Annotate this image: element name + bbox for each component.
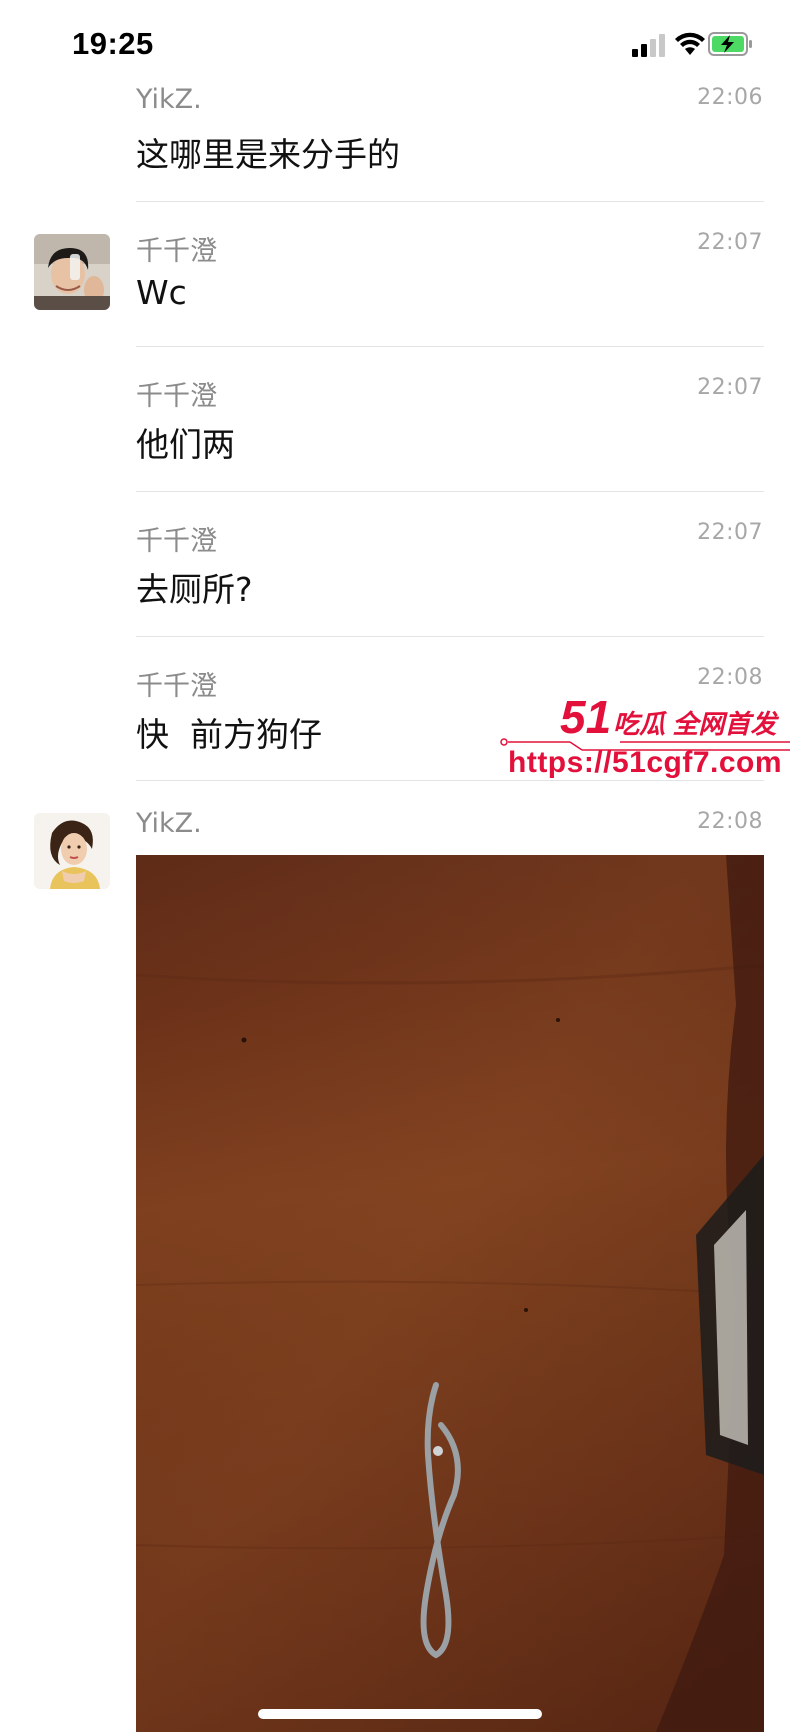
photo-content (136, 855, 764, 1732)
message-divider (136, 201, 764, 202)
wifi-icon (675, 32, 705, 55)
message-text: 他们两 (136, 425, 235, 464)
watermark: 51吃瓜 全网首发 https://51cgf7.com (500, 690, 800, 790)
message-time: 22:06 (697, 85, 763, 110)
message-text: Wc (136, 273, 187, 312)
message-text: 去厕所? (136, 570, 253, 609)
message-sender: 千千澄 (136, 671, 217, 702)
watermark-url: https://51cgf7.com (508, 746, 783, 779)
status-bar: 19:25 (0, 0, 800, 90)
message-photo[interactable] (136, 855, 764, 1732)
message-time: 22:08 (697, 809, 763, 834)
message-divider (136, 636, 764, 637)
message-divider (136, 491, 764, 492)
status-time: 19:25 (72, 26, 154, 61)
message-divider (136, 346, 764, 347)
message-sender: 千千澄 (136, 236, 217, 267)
message-text: 这哪里是来分手的 (136, 135, 400, 174)
avatar[interactable] (34, 234, 110, 310)
avatar[interactable] (34, 813, 110, 889)
message-sender: YikZ. (136, 808, 202, 839)
avatar-cartoon-princess (34, 813, 110, 889)
message-sender: YikZ. (136, 84, 202, 115)
message-time: 22:07 (697, 230, 763, 255)
message-sender: 千千澄 (136, 526, 217, 557)
avatar-photo (34, 234, 110, 310)
message-time: 22:08 (697, 665, 763, 690)
message-sender: 千千澄 (136, 381, 217, 412)
battery-charging-icon (708, 32, 752, 56)
watermark-brand-text: 吃瓜 全网首发 (613, 709, 777, 739)
cellular-signal-icon (632, 34, 665, 57)
message-time: 22:07 (697, 375, 763, 400)
home-indicator[interactable] (258, 1709, 542, 1719)
message-time: 22:07 (697, 520, 763, 545)
message-text: 快 前方狗仔 (136, 715, 322, 754)
